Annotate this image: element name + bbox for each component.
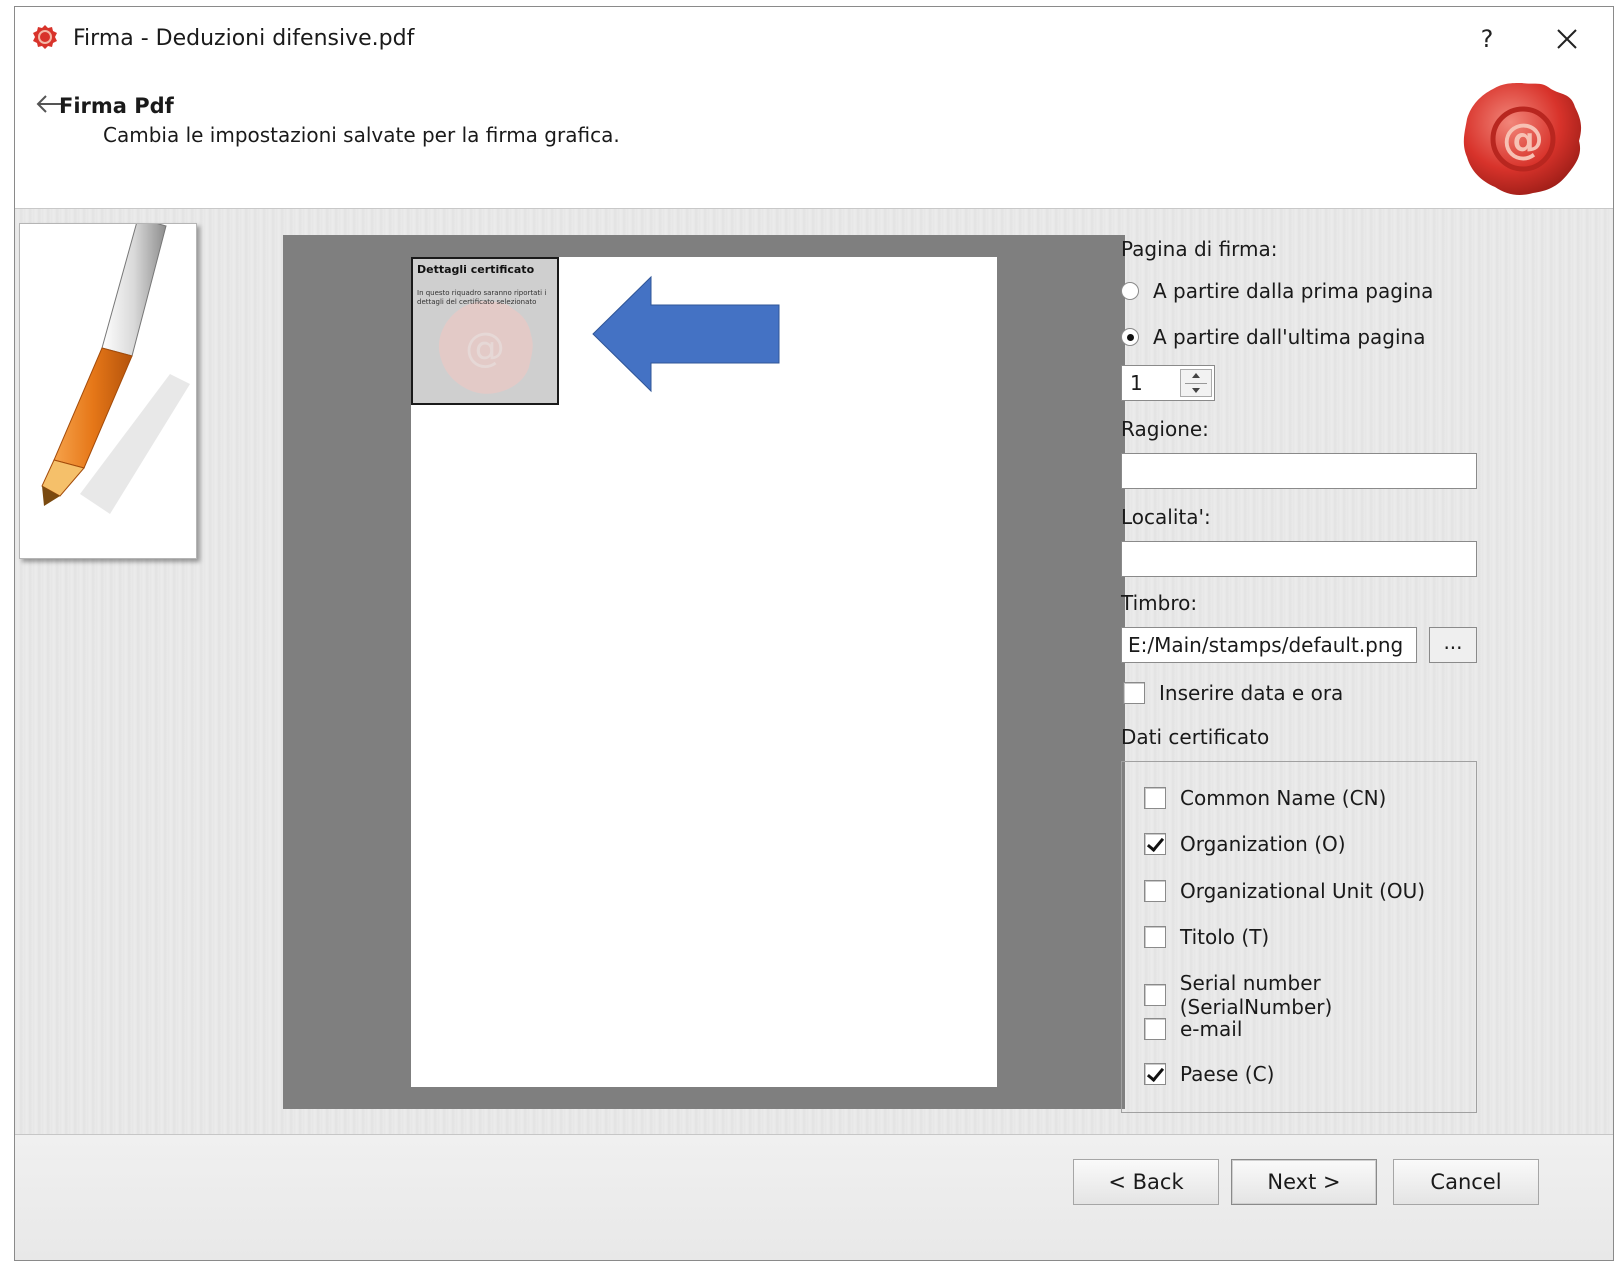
pdf-page-preview: @ Dettagli certificato In questo riquadr… bbox=[411, 257, 997, 1087]
wax-seal-app-icon bbox=[33, 25, 57, 49]
reason-input[interactable] bbox=[1121, 453, 1477, 489]
cert-field-label: Titolo (T) bbox=[1180, 925, 1270, 949]
cert-field-t-box[interactable] bbox=[1144, 926, 1166, 948]
radio-first-page[interactable]: A partire dalla prima pagina bbox=[1121, 279, 1433, 303]
cert-field-c[interactable]: Paese (C) bbox=[1144, 1062, 1274, 1086]
cert-data-label: Dati certificato bbox=[1121, 725, 1270, 749]
svg-text:@: @ bbox=[465, 325, 505, 371]
cert-field-label: Common Name (CN) bbox=[1180, 786, 1387, 810]
insert-datetime-label: Inserire data e ora bbox=[1159, 681, 1344, 705]
page-number-value: 1 bbox=[1130, 371, 1143, 395]
radio-last-page-label: A partire dall'ultima pagina bbox=[1153, 325, 1426, 349]
location-label: Localita': bbox=[1121, 505, 1211, 529]
page-number-stepper[interactable]: 1 bbox=[1121, 365, 1215, 401]
page-subtitle: Cambia le impostazioni salvate per la fi… bbox=[103, 123, 620, 147]
stamp-text: In questo riquadro saranno riportati i d… bbox=[417, 289, 547, 306]
radio-last-page[interactable]: A partire dall'ultima pagina bbox=[1121, 325, 1425, 349]
close-icon bbox=[1557, 29, 1577, 49]
reason-label: Ragione: bbox=[1121, 417, 1209, 441]
title-bar: Firma - Deduzioni difensive.pdf ? bbox=[15, 7, 1613, 69]
cert-field-serial-box[interactable] bbox=[1144, 984, 1166, 1006]
cert-fields-group: Common Name (CN) Organization (O) Organi… bbox=[1121, 761, 1477, 1113]
wizard-header: Firma Pdf Cambia le impostazioni salvate… bbox=[15, 69, 1613, 209]
cert-field-serial[interactable]: Serial number (SerialNumber) bbox=[1144, 971, 1476, 1019]
window-title: Firma - Deduzioni difensive.pdf bbox=[73, 26, 415, 51]
cert-field-label: Serial number (SerialNumber) bbox=[1179, 971, 1333, 1019]
signature-stamp-box[interactable]: @ Dettagli certificato In questo riquadr… bbox=[411, 257, 559, 405]
cert-field-email[interactable]: e-mail bbox=[1144, 1017, 1242, 1041]
cert-field-ou[interactable]: Organizational Unit (OU) bbox=[1144, 879, 1425, 903]
radio-first-page-button[interactable] bbox=[1121, 282, 1139, 300]
page-title: Firma Pdf bbox=[59, 94, 174, 118]
svg-text:@: @ bbox=[1502, 114, 1544, 163]
stepper-arrows-icon[interactable] bbox=[1180, 369, 1212, 397]
close-button[interactable] bbox=[1545, 19, 1589, 59]
stamp-title: Dettagli certificato bbox=[417, 263, 535, 276]
left-arrow-annotation-icon bbox=[592, 275, 780, 393]
pdf-preview-area: @ Dettagli certificato In questo riquadr… bbox=[283, 235, 1125, 1109]
settings-panel: Pagina di firma: A partire dalla prima p… bbox=[1119, 209, 1599, 1134]
insert-datetime-box[interactable] bbox=[1123, 682, 1145, 704]
radio-last-page-button[interactable] bbox=[1121, 328, 1139, 346]
back-button[interactable]: < Back bbox=[1073, 1159, 1219, 1205]
stamp-label: Timbro: bbox=[1121, 591, 1198, 615]
cert-field-label: Organization (O) bbox=[1180, 832, 1346, 856]
cert-field-t[interactable]: Titolo (T) bbox=[1144, 925, 1269, 949]
insert-datetime-checkbox[interactable]: Inserire data e ora bbox=[1123, 681, 1343, 705]
wax-seal-watermark: @ bbox=[438, 301, 533, 394]
next-button[interactable]: Next > bbox=[1231, 1159, 1377, 1205]
pen-illustration-card bbox=[19, 217, 197, 559]
cert-field-cn[interactable]: Common Name (CN) bbox=[1144, 786, 1386, 810]
cert-field-label: e-mail bbox=[1180, 1017, 1243, 1041]
cert-field-cn-box[interactable] bbox=[1144, 787, 1166, 809]
wax-seal-logo: @ bbox=[1463, 83, 1582, 195]
help-button[interactable]: ? bbox=[1465, 19, 1509, 59]
wizard-footer: < Back Next > Cancel bbox=[15, 1134, 1613, 1260]
location-input[interactable] bbox=[1121, 541, 1477, 577]
cert-field-label: Paese (C) bbox=[1180, 1062, 1275, 1086]
browse-button[interactable]: ... bbox=[1429, 627, 1477, 663]
wizard-body: @ Dettagli certificato In questo riquadr… bbox=[15, 209, 1613, 1134]
cancel-button[interactable]: Cancel bbox=[1393, 1159, 1539, 1205]
stamp-path-input[interactable]: E:/Main/stamps/default.png bbox=[1121, 627, 1417, 663]
cert-field-ou-box[interactable] bbox=[1144, 880, 1166, 902]
pen-icon bbox=[41, 217, 190, 514]
cert-field-email-box[interactable] bbox=[1144, 1018, 1166, 1040]
radio-first-page-label: A partire dalla prima pagina bbox=[1153, 279, 1434, 303]
cert-field-label: Organizational Unit (OU) bbox=[1180, 879, 1426, 903]
signature-page-label: Pagina di firma: bbox=[1121, 237, 1278, 261]
wizard-window: Firma - Deduzioni difensive.pdf ? Firma … bbox=[14, 6, 1614, 1261]
cert-field-c-box[interactable] bbox=[1144, 1063, 1166, 1085]
cert-field-o[interactable]: Organization (O) bbox=[1144, 832, 1346, 856]
cert-field-o-box[interactable] bbox=[1144, 833, 1166, 855]
